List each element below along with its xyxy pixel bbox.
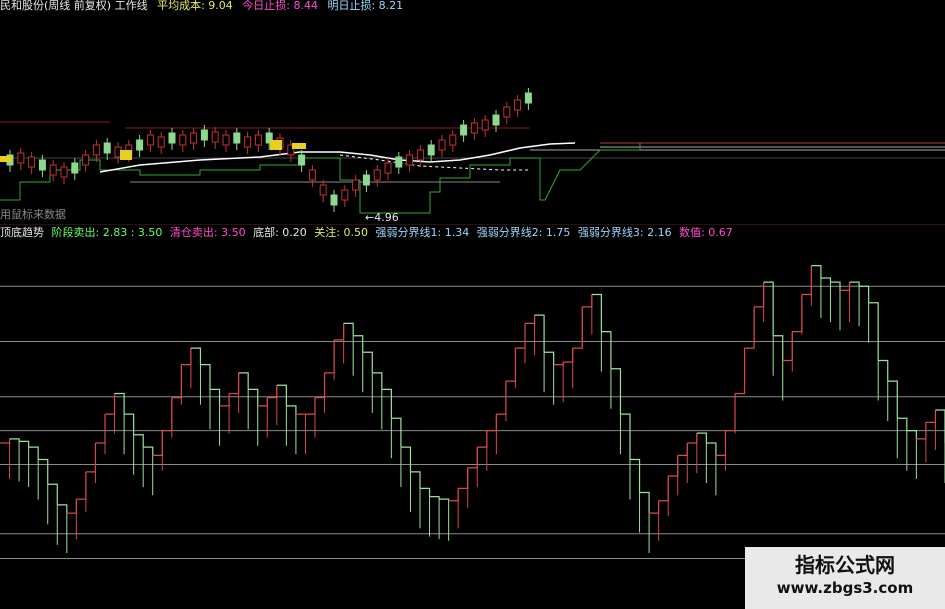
series-step xyxy=(505,348,517,382)
series-step xyxy=(687,433,698,444)
series-step xyxy=(324,339,335,374)
series-step xyxy=(381,388,392,419)
series-step xyxy=(76,471,87,500)
series-step xyxy=(525,315,536,324)
series-step xyxy=(19,440,30,448)
series-step xyxy=(534,314,545,353)
series-step xyxy=(782,331,793,362)
indicator-chart[interactable] xyxy=(0,0,945,609)
series-step xyxy=(553,362,564,366)
series-step xyxy=(200,364,211,390)
series-step xyxy=(124,413,135,435)
series-step xyxy=(353,335,364,353)
series-step xyxy=(639,491,650,514)
series-step xyxy=(649,500,660,514)
series-step xyxy=(878,359,889,382)
series-step xyxy=(143,446,154,456)
series-step xyxy=(725,393,736,432)
series-step xyxy=(859,285,870,303)
series-step xyxy=(735,348,746,395)
series-step xyxy=(315,372,326,399)
series-step xyxy=(9,438,20,442)
series-step xyxy=(47,483,58,505)
series-step xyxy=(620,413,631,460)
series-step xyxy=(486,414,497,432)
series-step xyxy=(897,417,908,431)
series-step xyxy=(591,293,602,332)
series-step xyxy=(133,434,144,448)
indicator-series xyxy=(0,265,945,554)
series-step xyxy=(171,364,182,399)
series-step xyxy=(887,380,898,419)
series-step xyxy=(162,397,173,432)
series-step xyxy=(496,381,507,415)
series-step xyxy=(362,351,373,373)
series-step xyxy=(152,430,163,456)
series-step xyxy=(677,443,688,456)
series-step xyxy=(267,385,278,399)
series-step xyxy=(439,498,450,501)
series-step xyxy=(0,438,11,444)
series-step xyxy=(458,467,469,489)
series-step xyxy=(28,446,39,460)
series-step xyxy=(582,294,593,308)
series-step xyxy=(286,405,297,415)
series-step xyxy=(849,281,860,287)
series-step xyxy=(95,414,106,444)
site-watermark: 指标公式网 www.zbgs3.com xyxy=(745,547,945,609)
series-step xyxy=(515,323,526,349)
series-step xyxy=(181,348,192,366)
series-step xyxy=(372,372,383,390)
series-step xyxy=(210,388,221,406)
series-step xyxy=(820,277,832,283)
series-step xyxy=(420,487,431,497)
series-step xyxy=(57,504,68,514)
series-step xyxy=(763,281,774,336)
series-step xyxy=(305,397,316,415)
series-step xyxy=(792,294,803,333)
series-step xyxy=(334,323,345,341)
series-step xyxy=(801,265,812,296)
series-step xyxy=(544,351,555,365)
series-step xyxy=(868,302,879,361)
series-step xyxy=(610,368,622,415)
series-step xyxy=(276,384,287,406)
series-step xyxy=(38,458,49,485)
series-step xyxy=(66,499,77,514)
series-step xyxy=(190,347,202,365)
series-step xyxy=(219,393,230,407)
series-step xyxy=(238,372,249,390)
series-step xyxy=(257,397,268,407)
series-step xyxy=(811,265,822,278)
series-step xyxy=(706,442,717,456)
series-step xyxy=(400,446,412,472)
series-step xyxy=(343,322,354,336)
watermark-url: www.zbgs3.com xyxy=(776,579,914,597)
series-step xyxy=(906,430,917,439)
series-step xyxy=(391,417,402,448)
series-step xyxy=(935,409,945,443)
series-step xyxy=(601,331,612,369)
series-step xyxy=(248,388,259,406)
series-step xyxy=(696,432,707,443)
series-step xyxy=(229,372,240,395)
series-step xyxy=(658,476,669,502)
watermark-title: 指标公式网 xyxy=(795,553,895,577)
reference-lines xyxy=(0,285,945,559)
series-step xyxy=(925,410,937,423)
series-step xyxy=(773,335,784,361)
series-step xyxy=(668,455,679,477)
series-step xyxy=(477,430,488,448)
series-step xyxy=(410,471,421,489)
series-step xyxy=(715,430,727,456)
series-step xyxy=(85,443,97,473)
series-step xyxy=(563,348,574,363)
series-step xyxy=(429,496,440,500)
series-step xyxy=(448,488,459,502)
